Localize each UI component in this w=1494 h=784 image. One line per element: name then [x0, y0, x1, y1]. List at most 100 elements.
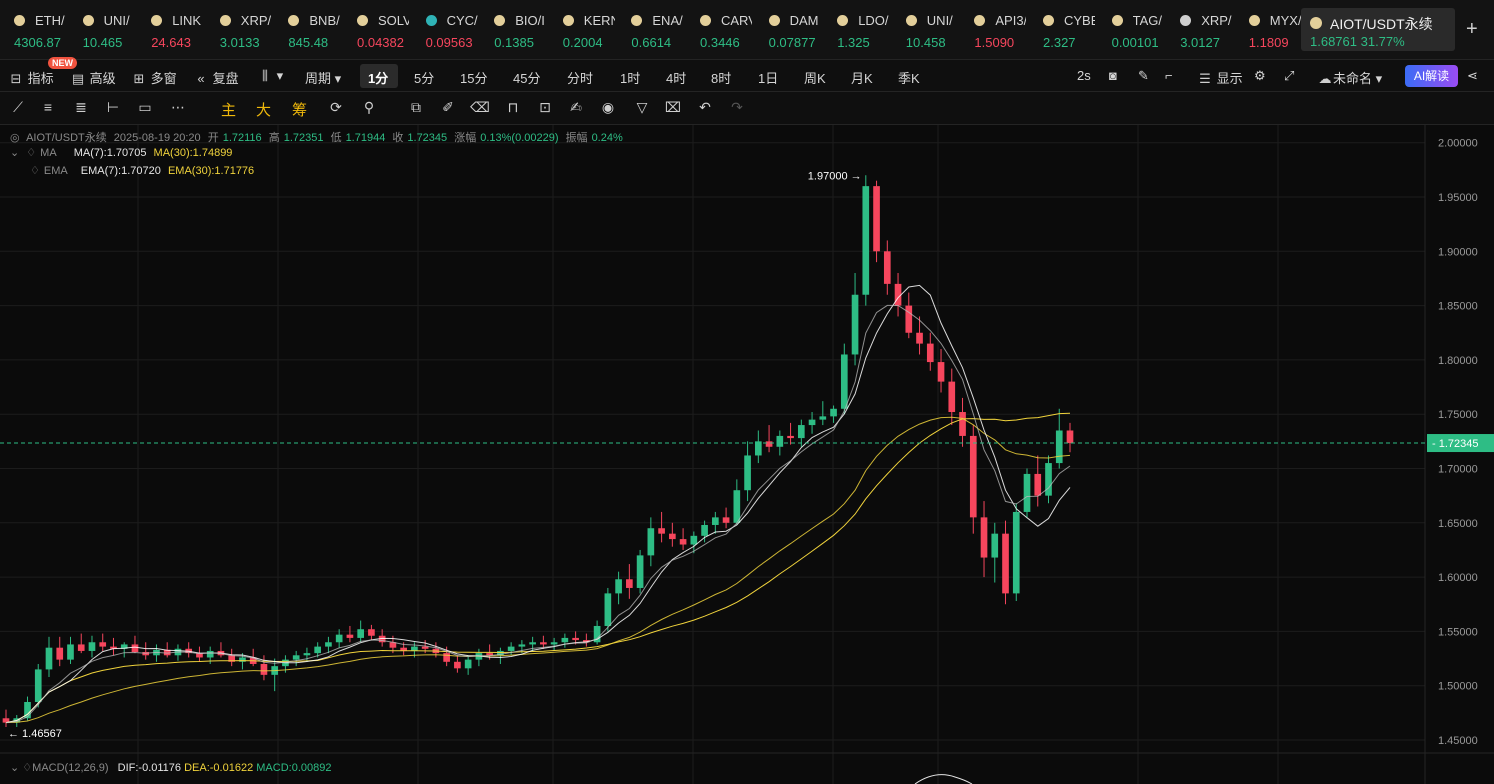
- add-ticker-button[interactable]: +: [1466, 18, 1478, 41]
- ticker-item[interactable]: DAM 0.07877: [755, 8, 821, 54]
- more-tools-icon[interactable]: ⋯: [168, 99, 188, 117]
- active-ticker-symbol: AIOT/USDT永续: [1330, 16, 1433, 32]
- multi-window-button[interactable]: ⊞ 多窗: [131, 68, 177, 87]
- chevron-down-icon[interactable]: ⌄: [10, 147, 19, 159]
- advanced-label: 高级: [89, 71, 116, 86]
- ticker-item[interactable]: BNB/845.48: [274, 8, 340, 54]
- interval-tab[interactable]: 1日: [758, 68, 778, 87]
- layout-dropdown[interactable]: ☁ 未命名 ▾: [1317, 68, 1383, 87]
- candle-body: [744, 455, 751, 491]
- ma30-line: [5, 412, 1071, 724]
- crop-icon[interactable]: ⌐: [1165, 68, 1173, 83]
- copy-icon[interactable]: ⧉: [406, 99, 426, 117]
- candle-body: [647, 528, 655, 556]
- indicator-button[interactable]: ⊟ 指标: [8, 68, 54, 87]
- ticker-item[interactable]: UNI/10.458: [892, 8, 958, 54]
- active-ticker[interactable]: AIOT/USDT永续 1.68761 31.77%: [1301, 8, 1455, 51]
- settings-icon[interactable]: ⚙: [1254, 68, 1266, 84]
- y-axis-tick-label: 1.80000: [1438, 355, 1478, 367]
- ticker-item[interactable]: SOLV 0.04382: [343, 8, 409, 54]
- candlestick-icon: ⫼: [262, 68, 268, 83]
- period-dropdown[interactable]: 周期 ▾: [305, 68, 341, 87]
- coin-icon: [631, 15, 643, 26]
- ticker-item[interactable]: CYC/0.09563: [412, 8, 478, 54]
- visibility-icon[interactable]: ◉: [598, 99, 618, 117]
- ticker-item[interactable]: LDO/1.325: [823, 8, 889, 54]
- filter-icon[interactable]: ▽: [632, 99, 652, 117]
- trash-icon[interactable]: ⌧: [663, 99, 683, 117]
- brush-icon[interactable]: ✐: [438, 99, 458, 117]
- chevron-down-icon[interactable]: ⌄: [10, 762, 19, 774]
- ai-analysis-button[interactable]: AI解读: [1405, 65, 1458, 87]
- display-button[interactable]: ☰ 显示: [1197, 68, 1242, 87]
- ticker-item[interactable]: CARV 0.3446: [686, 8, 752, 54]
- horizontal-ray-icon[interactable]: ⊢: [103, 99, 123, 117]
- ticker-item[interactable]: CYBE 2.327: [1029, 8, 1095, 54]
- sync-icon[interactable]: ⟳: [326, 99, 346, 117]
- eye-icon[interactable]: ◎: [10, 132, 20, 144]
- magnet-icon[interactable]: ⊓: [503, 99, 523, 117]
- ticker-item[interactable]: MYX/1.1809: [1235, 8, 1301, 54]
- ticker-item[interactable]: ETH/4306.87: [0, 8, 66, 54]
- camera-icon[interactable]: ◙: [1109, 68, 1117, 83]
- trend-line-icon[interactable]: ⟋: [8, 99, 28, 117]
- interval-tab[interactable]: 5分: [414, 68, 434, 87]
- horizontal-lines-icon[interactable]: ≡: [38, 99, 58, 117]
- interval-tab[interactable]: 分时: [567, 68, 593, 87]
- parallel-channel-icon[interactable]: ≣: [71, 99, 91, 117]
- ticker-price: 0.09563: [425, 35, 473, 50]
- bell-icon[interactable]: ♢: [26, 147, 36, 159]
- bell-icon[interactable]: ♢: [30, 165, 40, 177]
- ticker-item[interactable]: XRP/3.0133: [206, 8, 272, 54]
- chips-toggle[interactable]: 筹: [292, 99, 307, 120]
- candle-body: [636, 555, 644, 588]
- measure-icon[interactable]: ⚲: [359, 99, 379, 117]
- fullscreen-icon[interactable]: ⤢: [1284, 68, 1294, 84]
- eraser-icon[interactable]: ⌫: [470, 99, 490, 117]
- chart-type-button[interactable]: ⫼ ▾: [257, 68, 283, 84]
- ticker-item[interactable]: API3/1.5090: [960, 8, 1026, 54]
- undo-icon[interactable]: ↶: [695, 99, 715, 117]
- lock-icon[interactable]: ⊡: [535, 99, 555, 117]
- interval-tab[interactable]: 周K: [804, 68, 826, 87]
- ticker-item[interactable]: KERN 0.2004: [549, 8, 615, 54]
- ma7-line: [5, 284, 1071, 724]
- advanced-button[interactable]: ▤ 高级: [70, 68, 116, 87]
- interval-tab[interactable]: 季K: [898, 68, 920, 87]
- interval-tab[interactable]: 1时: [620, 68, 640, 87]
- ticker-item[interactable]: XRP/3.0127: [1166, 8, 1232, 54]
- redo-icon[interactable]: ↷: [727, 99, 747, 117]
- ticker-item[interactable]: UNI/10.465: [69, 8, 135, 54]
- candle-body: [765, 441, 773, 447]
- ticker-item[interactable]: LINK 24.643: [137, 8, 203, 54]
- interval-tab[interactable]: 4时: [666, 68, 686, 87]
- replay-button[interactable]: « 复盘: [193, 68, 238, 87]
- candle-body: [540, 642, 547, 645]
- ticker-item[interactable]: TAG/0.00101: [1098, 8, 1164, 54]
- bell-icon[interactable]: ♢: [22, 762, 32, 774]
- coin-icon: [357, 15, 368, 26]
- ticker-symbol: CYC/: [446, 13, 478, 28]
- interval-tab[interactable]: 月K: [851, 68, 873, 87]
- close-label: 收: [392, 132, 404, 144]
- refresh-rate[interactable]: 2s: [1077, 68, 1091, 83]
- ticker-item[interactable]: BIO/I 0.1385: [480, 8, 546, 54]
- candle-body: [131, 644, 139, 653]
- main-chart-toggle[interactable]: 主: [221, 99, 236, 120]
- interval-tab[interactable]: 15分: [460, 68, 487, 87]
- candle-body: [787, 435, 794, 439]
- note-icon[interactable]: ✍: [566, 99, 586, 117]
- interval-tab[interactable]: 1分: [368, 68, 388, 87]
- rectangle-icon[interactable]: ▭: [135, 99, 155, 117]
- pencil-icon[interactable]: ✎: [1138, 68, 1149, 84]
- candle-body: [99, 642, 107, 647]
- interval-tab[interactable]: 8时: [711, 68, 731, 87]
- ticker-item[interactable]: ENA/0.6614: [617, 8, 683, 54]
- multi-window-label: 多窗: [150, 71, 177, 86]
- candlestick-chart[interactable]: 2.00000 1.95000 1.90000 1.85000 1.80000 1.750…: [0, 125, 1494, 784]
- share-icon[interactable]: ⋖: [1467, 68, 1478, 84]
- chart-toolbar: ⊟ 指标 NEW ▤ 高级 ⊞ 多窗 « 复盘 ⫼ ▾ 周期 ▾ 1分 5分 15分…: [0, 57, 1494, 92]
- interval-tab[interactable]: 45分: [513, 68, 540, 87]
- ema30-line: [5, 416, 1071, 724]
- big-order-toggle[interactable]: 大: [256, 99, 271, 120]
